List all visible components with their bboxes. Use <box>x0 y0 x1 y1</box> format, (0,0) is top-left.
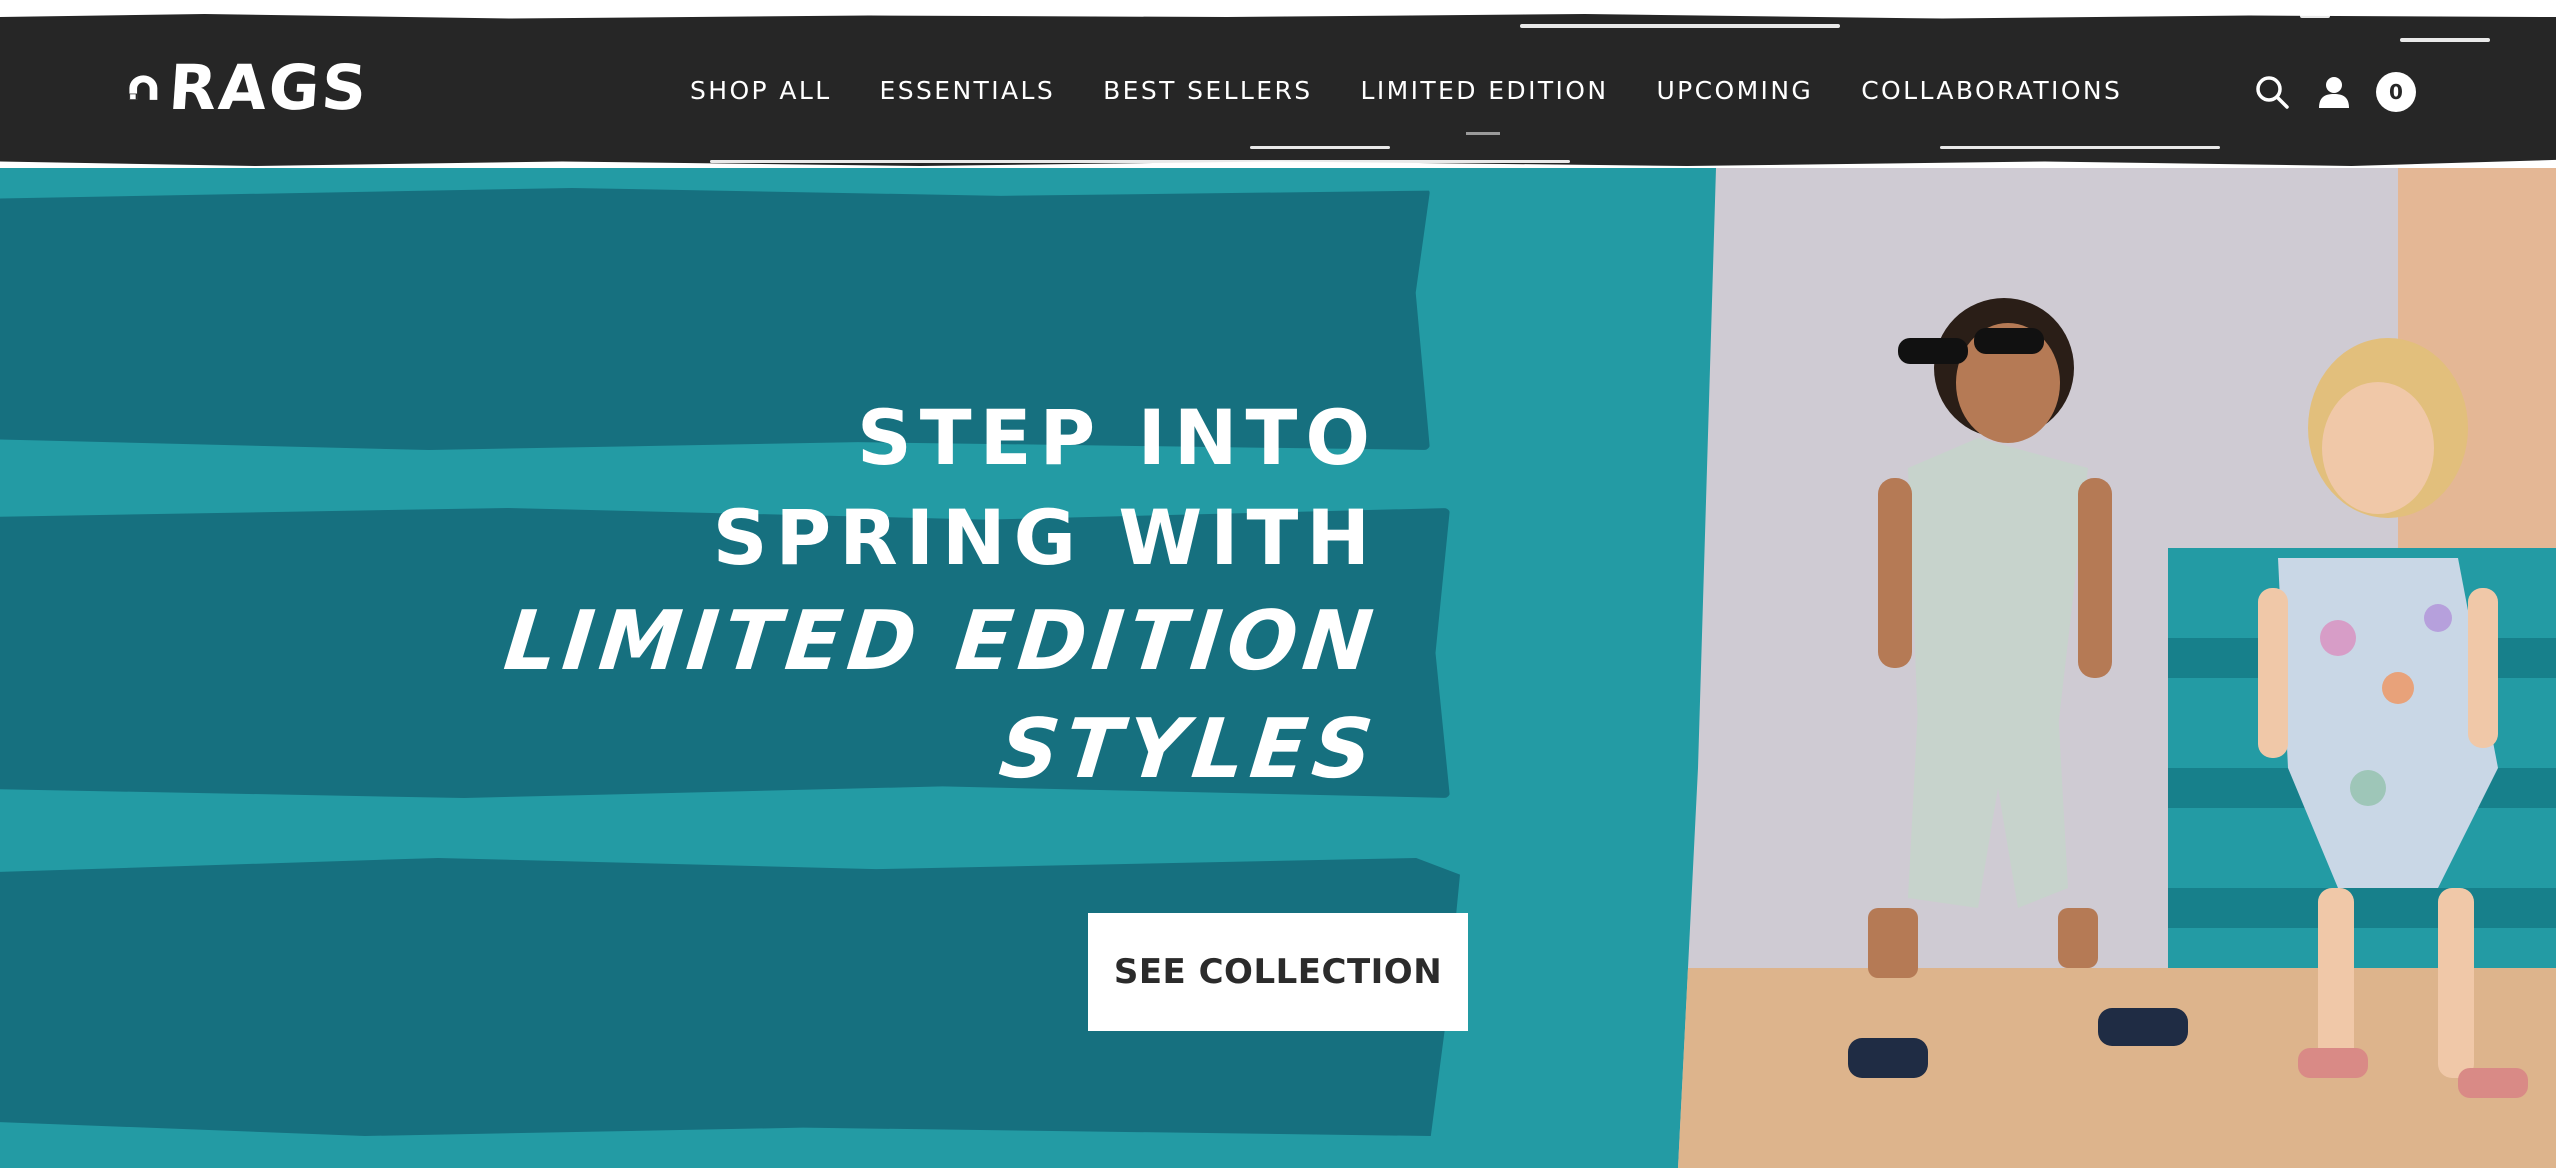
nav-essentials[interactable]: ESSENTIALS <box>880 76 1056 105</box>
header-actions: 0 <box>2252 70 2416 114</box>
nav-collaborations[interactable]: COLLABORATIONS <box>1861 76 2122 105</box>
headline-line: SPRING WITH <box>712 493 1378 582</box>
brand-name: RAGS <box>166 51 371 124</box>
brush-streak <box>2300 14 2330 18</box>
nav-limited-edition[interactable]: LIMITED EDITION <box>1361 76 1609 105</box>
user-icon[interactable] <box>2314 72 2354 112</box>
brush-streak <box>1940 146 2220 149</box>
brush-streak <box>2400 38 2490 42</box>
brush-streak <box>710 160 1570 163</box>
rags-arch-logo-icon <box>129 75 158 100</box>
headline-script-line: STYLES <box>995 702 1384 797</box>
brush-streak <box>1520 24 1840 28</box>
site-header: RAGS SHOP ALL ESSENTIALS BEST SELLERS LI… <box>0 0 2556 168</box>
site-logo[interactable]: RAGS <box>128 48 371 128</box>
see-collection-button[interactable]: SEE COLLECTION <box>1088 913 1468 1031</box>
nav-upcoming[interactable]: UPCOMING <box>1656 76 1813 105</box>
brush-streak <box>1250 146 1390 149</box>
hero-headline: STEP INTO SPRING WITH LIMITED EDITION ST… <box>500 388 1383 804</box>
nav-best-sellers[interactable]: BEST SELLERS <box>1103 76 1312 105</box>
search-icon[interactable] <box>2252 72 2292 112</box>
headline-script-line: LIMITED EDITION <box>500 594 1384 689</box>
headline-line: STEP INTO <box>857 393 1378 482</box>
nav-shop-all[interactable]: SHOP ALL <box>690 76 832 105</box>
hero-banner: STEP INTO SPRING WITH LIMITED EDITION ST… <box>0 168 2556 1168</box>
main-nav: SHOP ALL ESSENTIALS BEST SELLERS LIMITED… <box>690 70 2170 110</box>
hero-photo-illustration <box>1678 168 2556 1168</box>
active-nav-indicator <box>1466 132 1500 135</box>
kids-in-spring-rompers-photo <box>1678 168 2556 1168</box>
cart-count-badge[interactable]: 0 <box>2376 72 2416 112</box>
